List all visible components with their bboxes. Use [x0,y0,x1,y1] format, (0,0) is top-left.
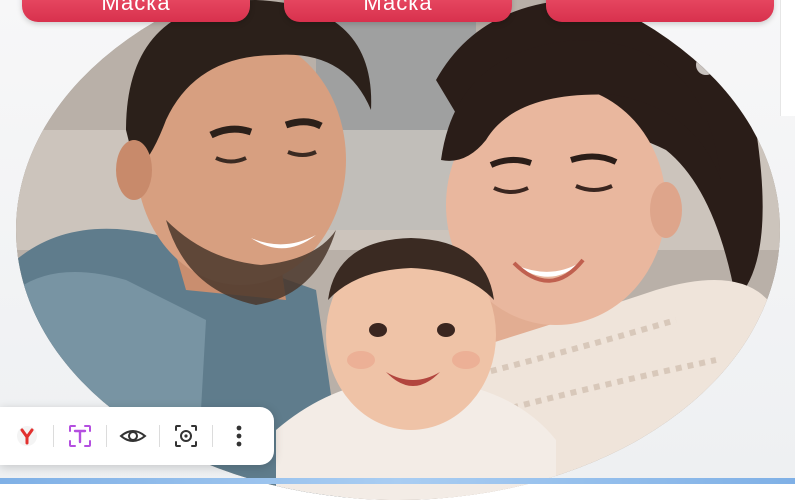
mask-button-2[interactable]: Маска [284,0,512,22]
eye-icon[interactable] [116,419,150,453]
toolbar-separator [159,425,160,447]
toolbar-separator [53,425,54,447]
side-card [780,0,795,116]
toolbar-separator [212,425,213,447]
translate-icon[interactable] [63,419,97,453]
mask-button-1[interactable]: Маска [22,0,250,22]
more-vert-icon[interactable] [222,419,256,453]
image-toolbar [0,407,274,465]
bottom-strip [0,478,795,484]
toolbar-separator [106,425,107,447]
camera-search-icon[interactable] [169,419,203,453]
action-button-3[interactable] [546,0,774,22]
yandex-icon[interactable] [10,419,44,453]
